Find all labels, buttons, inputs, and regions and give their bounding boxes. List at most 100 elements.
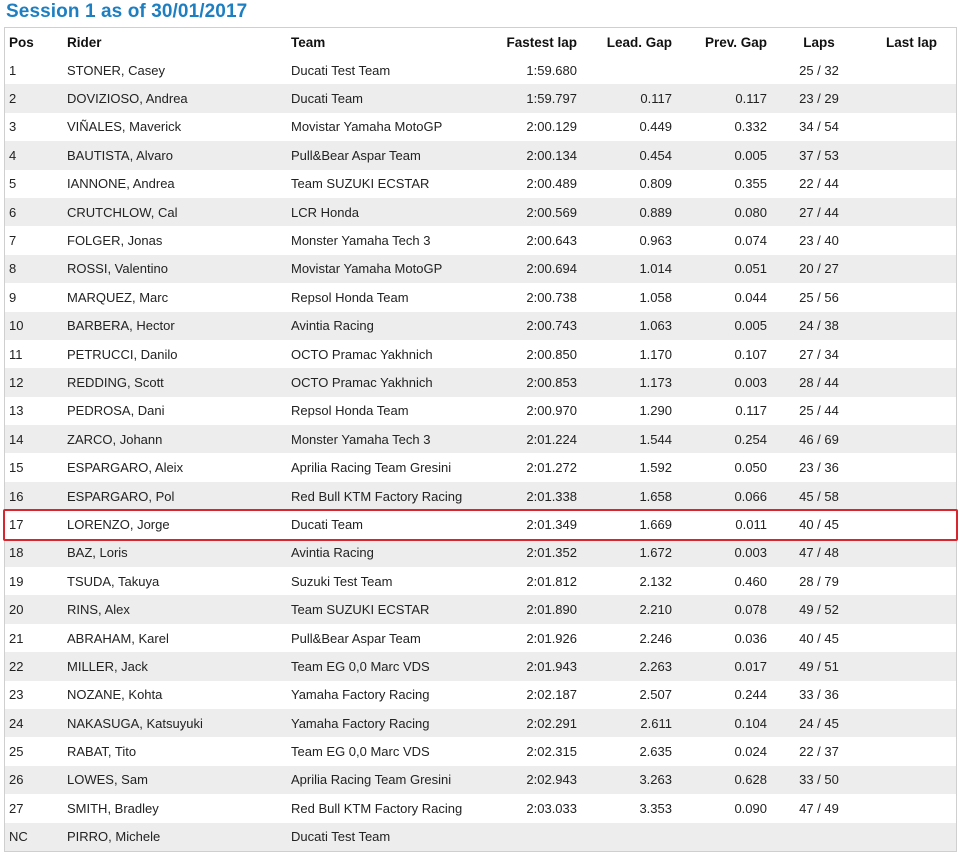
cell-rider: MARQUEZ, Marc — [67, 289, 169, 305]
cell-pos: 10 — [9, 318, 24, 334]
table-row[interactable]: 17 LORENZO, Jorge Ducati Team 2:01.349 1.669… — [5, 510, 956, 539]
table-row[interactable]: 15 ESPARGARO, Aleix Aprilia Racing Team Gr… — [5, 453, 956, 482]
table-row[interactable]: 11 PETRUCCI, Danilo OCTO Pramac Yakhnich 2:… — [5, 339, 956, 369]
cell-rider: REDDING, Scott — [67, 374, 164, 390]
cell-lead-gap: 1.658 — [639, 488, 672, 504]
cell-last-lap — [867, 113, 956, 141]
table-row[interactable]: 14 ZARCO, Johann Monster Yamaha Tech 3 2:01… — [5, 425, 956, 454]
cell-fastest-lap: 2:01.224 — [526, 431, 577, 447]
cell-last-lap — [867, 397, 956, 425]
cell-fastest-lap: 2:01.890 — [526, 602, 577, 618]
column-header-rider[interactable]: Rider — [63, 28, 287, 56]
column-header-prev-gap[interactable]: Prev. Gap — [676, 28, 771, 56]
cell-team: Team EG 0,0 Marc VDS — [291, 744, 430, 760]
table-row[interactable]: 8 ROSSI, Valentino Movistar Yamaha MotoGP 2… — [5, 254, 956, 284]
cell-prev-gap: 0.036 — [734, 630, 767, 646]
cell-pos: 17 — [9, 516, 24, 532]
table-row[interactable]: 3 VIÑALES, Maverick Movistar Yamaha MotoGP… — [5, 112, 956, 142]
cell-last-lap — [867, 84, 956, 112]
column-header-laps[interactable]: Laps — [771, 28, 867, 56]
cell-last-lap — [867, 226, 956, 254]
cell-lead-gap: 0.449 — [639, 119, 672, 135]
cell-laps: 49 / 52 — [799, 602, 839, 618]
table-row[interactable]: 27 SMITH, Bradley Red Bull KTM Factory Rac… — [5, 794, 956, 823]
table-row[interactable]: 16 ESPARGARO, Pol Red Bull KTM Factory Rac… — [5, 481, 956, 511]
cell-team: Red Bull KTM Factory Racing — [291, 488, 463, 504]
cell-prev-gap: 0.050 — [734, 460, 767, 476]
cell-rider: BAUTISTA, Alvaro — [67, 147, 173, 163]
cell-rider: ROSSI, Valentino — [67, 261, 168, 277]
cell-last-lap — [867, 255, 956, 283]
cell-pos: 26 — [9, 772, 24, 788]
table-row[interactable]: 6 CRUTCHLOW, Cal LCR Honda 2:00.569 0.889 0.0… — [5, 197, 956, 227]
table-row[interactable]: 25 RABAT, Tito Team EG 0,0 Marc VDS 2:02.31… — [5, 737, 956, 766]
cell-pos: 18 — [9, 545, 24, 561]
cell-team: Red Bull KTM Factory Racing — [291, 800, 463, 816]
table-row[interactable]: 21 ABRAHAM, Karel Pull&Bear Aspar Team 2:01… — [5, 623, 956, 653]
cell-last-lap — [867, 652, 956, 680]
cell-last-lap — [867, 425, 956, 453]
table-row[interactable]: 1 STONER, Casey Ducati Test Team 1:59.680 25… — [5, 56, 956, 85]
cell-lead-gap: 0.117 — [640, 91, 672, 107]
cell-prev-gap: 0.011 — [735, 516, 767, 532]
table-row[interactable]: 19 TSUDA, Takuya Suzuki Test Team 2:01.812 2… — [5, 567, 956, 596]
cell-prev-gap: 0.104 — [734, 715, 767, 731]
table-row[interactable]: 22 MILLER, Jack Team EG 0,0 Marc VDS 2:01.9… — [5, 652, 956, 681]
cell-team: OCTO Pramac Yakhnich — [291, 374, 433, 390]
column-header-fastest-lap[interactable]: Fastest lap — [477, 28, 581, 56]
cell-last-lap — [867, 340, 956, 368]
table-row[interactable]: 5 IANNONE, Andrea Team SUZUKI ECSTAR 2:00.4… — [5, 169, 956, 198]
table-row[interactable]: 9 MARQUEZ, Marc Repsol Honda Team 2:00.738 1… — [5, 283, 956, 312]
table-row[interactable]: 13 PEDROSA, Dani Repsol Honda Team 2:00.970… — [5, 396, 956, 426]
cell-team: Ducati Team — [291, 516, 364, 532]
cell-prev-gap: 0.090 — [734, 800, 767, 816]
table-row[interactable]: NC PIRRO, Michele Ducati Test Team — [5, 822, 956, 851]
table-header: Pos Rider Team Fastest lap Lead. Gap Pre… — [5, 28, 956, 56]
column-header-pos[interactable]: Pos — [5, 28, 63, 56]
cell-prev-gap: 0.005 — [734, 318, 767, 334]
cell-fastest-lap: 1:59.797 — [526, 91, 577, 107]
column-header-last-lap[interactable]: Last lap — [867, 28, 956, 56]
cell-last-lap — [867, 312, 956, 340]
cell-laps: 20 / 27 — [799, 261, 839, 277]
table-row[interactable]: 26 LOWES, Sam Aprilia Racing Team Gresini 2… — [5, 765, 956, 795]
cell-lead-gap: 2.132 — [639, 573, 672, 589]
table-row[interactable]: 23 NOZANE, Kohta Yamaha Factory Racing 2:02… — [5, 680, 956, 709]
cell-rider: VIÑALES, Maverick — [67, 119, 182, 135]
cell-team: Team EG 0,0 Marc VDS — [291, 658, 430, 674]
cell-lead-gap: 0.809 — [639, 176, 672, 192]
table-row[interactable]: 20 RINS, Alex Team SUZUKI ECSTAR 2:01.890 2.… — [5, 595, 956, 624]
table-row[interactable]: 10 BARBERA, Hector Avintia Racing 2:00.743 1… — [5, 311, 956, 340]
cell-last-lap — [867, 595, 956, 623]
cell-pos: 9 — [9, 289, 17, 305]
cell-rider: CRUTCHLOW, Cal — [67, 204, 178, 220]
table-row[interactable]: 7 FOLGER, Jonas Monster Yamaha Tech 3 2:00.… — [5, 226, 956, 255]
cell-lead-gap — [581, 823, 676, 851]
cell-last-lap — [867, 539, 956, 567]
table-row[interactable]: 12 REDDING, Scott OCTO Pramac Yakhnich 2:00… — [5, 368, 956, 397]
cell-rider: MILLER, Jack — [67, 658, 148, 674]
cell-lead-gap — [581, 56, 676, 84]
cell-lead-gap: 2.611 — [640, 715, 672, 731]
table-row[interactable]: 2 DOVIZIOSO, Andrea Ducati Team 1:59.797 0.1… — [5, 84, 956, 113]
table-row[interactable]: 24 NAKASUGA, Katsuyuki Yamaha Factory Raci… — [5, 708, 956, 738]
cell-pos: 7 — [9, 233, 17, 249]
column-header-team[interactable]: Team — [287, 28, 477, 56]
cell-prev-gap: 0.080 — [734, 204, 767, 220]
cell-last-lap — [867, 681, 956, 709]
cell-pos: 3 — [9, 119, 17, 135]
cell-laps: 23 / 36 — [799, 460, 839, 476]
cell-prev-gap: 0.078 — [734, 602, 767, 618]
cell-fastest-lap: 2:00.970 — [526, 403, 577, 419]
cell-prev-gap: 0.117 — [735, 91, 767, 107]
cell-rider: PEDROSA, Dani — [67, 403, 165, 419]
cell-rider: STONER, Casey — [67, 62, 166, 78]
cell-rider: SMITH, Bradley — [67, 800, 159, 816]
table-row[interactable]: 18 BAZ, Loris Avintia Racing 2:01.352 1.672 0… — [5, 538, 956, 568]
cell-pos: 23 — [9, 687, 24, 703]
column-header-lead-gap[interactable]: Lead. Gap — [581, 28, 676, 56]
table-row[interactable]: 4 BAUTISTA, Alvaro Pull&Bear Aspar Team 2:0… — [5, 141, 956, 170]
cell-rider: LORENZO, Jorge — [67, 516, 170, 532]
cell-laps: 24 / 38 — [799, 318, 839, 334]
cell-laps: 46 / 69 — [799, 431, 839, 447]
